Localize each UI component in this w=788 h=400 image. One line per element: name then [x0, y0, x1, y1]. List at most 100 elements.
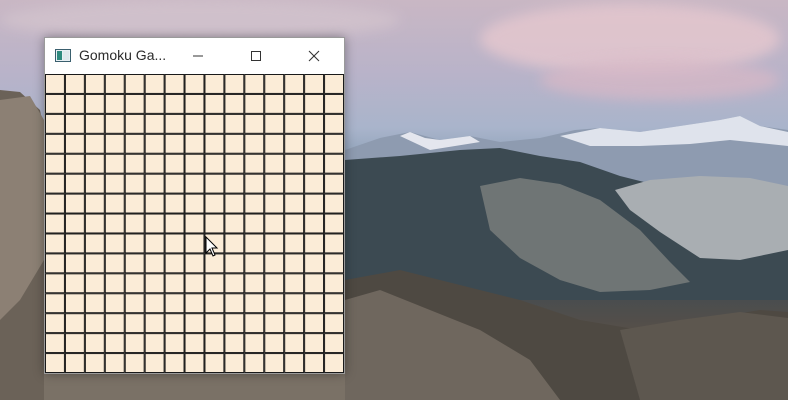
board-cell[interactable] [45, 93, 65, 114]
board-cell[interactable] [104, 113, 125, 134]
board-cell[interactable] [244, 233, 265, 254]
board-cell[interactable] [264, 233, 285, 254]
board-cell[interactable] [104, 353, 125, 374]
board-cell[interactable] [284, 313, 305, 334]
board-cell[interactable] [224, 313, 245, 334]
board-cell[interactable] [204, 74, 225, 94]
board-cell[interactable] [45, 333, 65, 354]
board-cell[interactable] [204, 213, 225, 234]
board-cell[interactable] [224, 193, 245, 214]
board-cell[interactable] [244, 113, 265, 134]
board-cell[interactable] [304, 74, 325, 94]
board-cell[interactable] [244, 153, 265, 174]
board-cell[interactable] [84, 253, 105, 274]
board-cell[interactable] [324, 293, 345, 314]
board-cell[interactable] [64, 213, 85, 234]
board-cell[interactable] [224, 253, 245, 274]
board-cell[interactable] [304, 193, 325, 214]
board-cell[interactable] [64, 333, 85, 354]
board-cell[interactable] [104, 313, 125, 334]
board-cell[interactable] [64, 74, 85, 94]
board-cell[interactable] [45, 193, 65, 214]
game-board[interactable] [45, 74, 345, 374]
board-cell[interactable] [204, 153, 225, 174]
board-cell[interactable] [304, 213, 325, 234]
board-cell[interactable] [144, 193, 165, 214]
board-cell[interactable] [184, 293, 205, 314]
board-cell[interactable] [45, 233, 65, 254]
board-cell[interactable] [84, 213, 105, 234]
board-cell[interactable] [144, 293, 165, 314]
board-cell[interactable] [144, 113, 165, 134]
board-cell[interactable] [324, 333, 345, 354]
board-cell[interactable] [284, 293, 305, 314]
board-cell[interactable] [244, 193, 265, 214]
board-cell[interactable] [204, 133, 225, 154]
board-cell[interactable] [104, 193, 125, 214]
board-cell[interactable] [264, 153, 285, 174]
board-cell[interactable] [204, 353, 225, 374]
board-cell[interactable] [284, 113, 305, 134]
board-cell[interactable] [64, 153, 85, 174]
board-cell[interactable] [304, 93, 325, 114]
board-cell[interactable] [304, 333, 325, 354]
board-cell[interactable] [64, 253, 85, 274]
board-cell[interactable] [224, 353, 245, 374]
board-cell[interactable] [84, 293, 105, 314]
board-cell[interactable] [164, 353, 185, 374]
board-cell[interactable] [184, 353, 205, 374]
board-cell[interactable] [284, 74, 305, 94]
board-cell[interactable] [144, 213, 165, 234]
board-cell[interactable] [324, 233, 345, 254]
board-cell[interactable] [124, 93, 145, 114]
board-cell[interactable] [144, 153, 165, 174]
board-cell[interactable] [204, 293, 225, 314]
board-cell[interactable] [64, 93, 85, 114]
board-cell[interactable] [45, 74, 65, 94]
board-cell[interactable] [184, 233, 205, 254]
board-cell[interactable] [324, 133, 345, 154]
board-cell[interactable] [64, 313, 85, 334]
board-cell[interactable] [84, 193, 105, 214]
board-cell[interactable] [164, 153, 185, 174]
board-cell[interactable] [224, 293, 245, 314]
board-cell[interactable] [324, 74, 345, 94]
board-cell[interactable] [104, 173, 125, 194]
board-cell[interactable] [164, 213, 185, 234]
board-cell[interactable] [164, 173, 185, 194]
board-cell[interactable] [244, 353, 265, 374]
board-cell[interactable] [184, 333, 205, 354]
board-cell[interactable] [304, 153, 325, 174]
board-cell[interactable] [204, 93, 225, 114]
board-cell[interactable] [284, 253, 305, 274]
title-bar[interactable]: Gomoku Ga... [45, 38, 344, 74]
board-cell[interactable] [284, 233, 305, 254]
board-cell[interactable] [204, 233, 225, 254]
board-cell[interactable] [104, 293, 125, 314]
board-cell[interactable] [304, 313, 325, 334]
board-cell[interactable] [64, 193, 85, 214]
board-cell[interactable] [204, 273, 225, 294]
board-cell[interactable] [224, 113, 245, 134]
board-cell[interactable] [224, 133, 245, 154]
board-cell[interactable] [84, 333, 105, 354]
board-cell[interactable] [144, 253, 165, 274]
board-cell[interactable] [284, 213, 305, 234]
board-cell[interactable] [45, 273, 65, 294]
board-cell[interactable] [45, 113, 65, 134]
board-cell[interactable] [164, 193, 185, 214]
board-cell[interactable] [164, 253, 185, 274]
board-cell[interactable] [64, 133, 85, 154]
board-cell[interactable] [104, 93, 125, 114]
board-cell[interactable] [284, 273, 305, 294]
board-cell[interactable] [204, 193, 225, 214]
board-cell[interactable] [124, 353, 145, 374]
board-cell[interactable] [304, 253, 325, 274]
board-cell[interactable] [224, 233, 245, 254]
board-cell[interactable] [144, 93, 165, 114]
board-cell[interactable] [184, 133, 205, 154]
board-cell[interactable] [324, 273, 345, 294]
board-cell[interactable] [84, 74, 105, 94]
board-cell[interactable] [204, 173, 225, 194]
board-cell[interactable] [324, 353, 345, 374]
